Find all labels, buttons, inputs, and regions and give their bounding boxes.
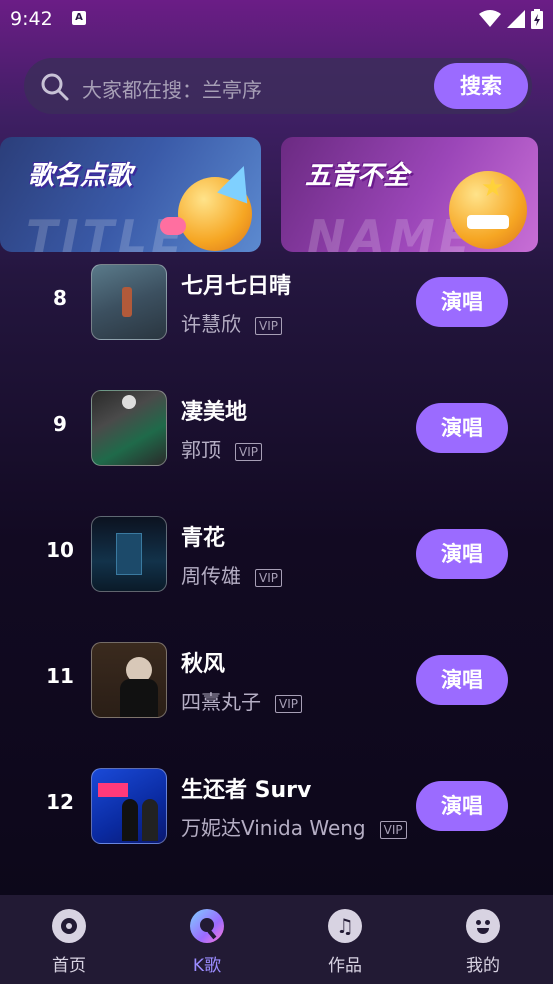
nav-label: K歌 <box>192 956 222 976</box>
song-rank: 10 <box>46 538 74 562</box>
song-rank: 11 <box>46 664 74 688</box>
song-artist-line: 许慧欣 VIP <box>181 308 282 337</box>
banner-title: 歌名点歌 <box>28 161 133 191</box>
nav-home[interactable]: 首页 <box>0 895 138 984</box>
song-cover <box>91 390 167 466</box>
song-title: 秋风 <box>181 652 226 677</box>
vip-badge: VIP <box>379 820 407 839</box>
nav-works[interactable]: ♫ 作品 <box>276 895 414 984</box>
song-artist: 郭顶 <box>181 438 221 462</box>
party-horn-icon <box>160 217 186 235</box>
notification-a-icon: A <box>72 11 86 25</box>
song-rank: 8 <box>53 286 67 310</box>
status-icons <box>479 8 543 30</box>
search-input[interactable]: 大家都在搜：兰亭序 <box>82 74 262 103</box>
song-row[interactable]: 8 七月七日晴 许慧欣 VIP 演唱 <box>0 258 553 358</box>
banner-song-title-request[interactable]: TITLE 歌名点歌 <box>0 137 261 252</box>
song-title: 七月七日晴 <box>181 274 292 299</box>
vip-badge: VIP <box>275 694 302 713</box>
nav-label: 作品 <box>328 956 362 976</box>
song-rank: 12 <box>46 790 74 814</box>
nav-label: 我的 <box>466 956 500 976</box>
search-icon <box>41 73 69 101</box>
song-artist: 周传雄 <box>181 564 241 588</box>
song-row[interactable]: 9 凄美地 郭顶 VIP 演唱 <box>0 384 553 484</box>
song-artist-line: 四熹丸子 VIP <box>181 686 302 715</box>
music-note-icon: ♫ <box>328 909 362 943</box>
grin-mouth-icon <box>467 215 509 229</box>
vip-badge: VIP <box>255 568 282 587</box>
song-row[interactable]: 11 秋风 四熹丸子 VIP 演唱 <box>0 636 553 736</box>
banner-tone-deaf[interactable]: NAME 五音不全 ★ <box>281 137 538 252</box>
search-bar[interactable]: 大家都在搜：兰亭序 搜索 <box>24 58 532 114</box>
song-artist-line: 周传雄 VIP <box>181 560 282 589</box>
song-row-partial[interactable] <box>0 888 553 894</box>
song-cover <box>91 516 167 592</box>
sing-button[interactable]: 演唱 <box>416 655 508 705</box>
search-button[interactable]: 搜索 <box>434 63 528 109</box>
song-cover <box>91 264 167 340</box>
signal-icon <box>507 10 525 28</box>
song-artist-line: 郭顶 VIP <box>181 434 262 463</box>
song-list[interactable]: 8 七月七日晴 许慧欣 VIP 演唱 9 凄美地 郭顶 VIP 演唱 10 青花 周… <box>0 258 553 894</box>
status-time: 9:42 <box>10 8 53 30</box>
song-artist: 四熹丸子 <box>181 690 261 714</box>
vip-badge: VIP <box>235 442 262 461</box>
song-row[interactable]: 10 青花 周传雄 VIP 演唱 <box>0 510 553 610</box>
song-artist: 许慧欣 <box>181 312 241 336</box>
sing-button[interactable]: 演唱 <box>416 529 508 579</box>
battery-icon <box>531 9 543 29</box>
profile-face-icon <box>466 909 500 943</box>
sing-button[interactable]: 演唱 <box>416 781 508 831</box>
song-row[interactable]: 12 生还者 Surv 万妮达Vinida Weng VIP 演唱 <box>0 762 553 862</box>
song-title: 青花 <box>181 526 226 551</box>
song-rank: 9 <box>53 412 67 436</box>
song-title: 凄美地 <box>181 400 248 425</box>
song-cover <box>91 642 167 718</box>
home-disc-icon <box>52 909 86 943</box>
nav-label: 首页 <box>52 956 86 976</box>
sing-button[interactable]: 演唱 <box>416 277 508 327</box>
sing-button[interactable]: 演唱 <box>416 403 508 453</box>
vip-badge: VIP <box>255 316 282 335</box>
wifi-icon <box>479 10 501 27</box>
song-cover <box>91 768 167 844</box>
star-icon: ★ <box>481 173 505 203</box>
song-title: 生还者 Surv <box>181 778 312 803</box>
nav-mine[interactable]: 我的 <box>414 895 552 984</box>
bottom-nav: 首页 K歌 ♫ 作品 我的 <box>0 895 553 984</box>
nav-karaoke[interactable]: K歌 <box>138 895 276 984</box>
karaoke-mic-icon <box>190 909 224 943</box>
status-bar: 9:42 A <box>0 0 553 38</box>
song-artist-line: 万妮达Vinida Weng VIP <box>181 812 407 841</box>
banner-title: 五音不全 <box>305 161 410 191</box>
song-artist: 万妮达Vinida Weng <box>181 816 366 840</box>
